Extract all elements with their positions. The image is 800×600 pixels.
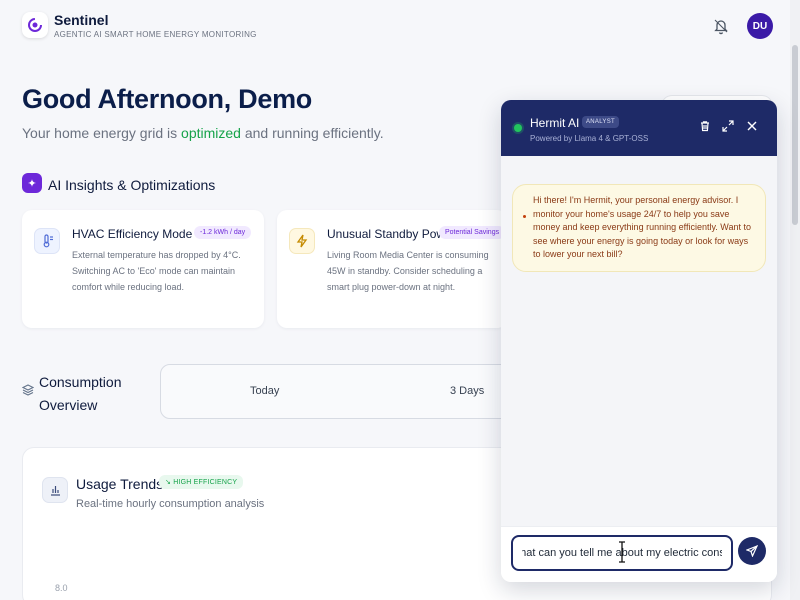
subtitle-pre: Your home energy grid is — [22, 125, 182, 141]
brand-subtitle: AGENTIC AI SMART HOME ENERGY MONITORING — [54, 30, 257, 39]
page-title: Good Afternoon, Demo — [22, 84, 312, 114]
assistant-message: Hi there! I'm Hermit, your personal ener… — [512, 184, 766, 272]
consumption-title-line1: Consumption — [39, 374, 122, 390]
insight-card-badge: Potential Savings — [439, 226, 506, 239]
send-icon — [746, 545, 758, 557]
chat-messages[interactable]: Hi there! I'm Hermit, your personal ener… — [501, 156, 777, 526]
insight-card-hvac[interactable]: HVAC Efficiency Mode -1.2 kWh / day Exte… — [22, 210, 264, 328]
insight-card-badge: -1.2 kWh / day — [194, 226, 252, 239]
chat-powered-by: Powered by Llama 4 & GPT-OSS — [530, 134, 649, 143]
chat-assistant-name: Hermit AI — [530, 116, 580, 130]
chat-panel: Hermit AI ANALYST Powered by Llama 4 & G… — [501, 100, 777, 582]
online-status-dot — [514, 124, 522, 132]
range-today[interactable]: Today — [250, 385, 279, 397]
chat-composer — [501, 526, 777, 582]
consumption-title: Consumption Overview — [39, 371, 122, 417]
usage-trends-subtitle: Real-time hourly consumption analysis — [76, 498, 265, 510]
scrollbar-thumb[interactable] — [792, 45, 798, 225]
insight-card-text: Living Room Media Center is consuming 45… — [327, 250, 489, 292]
insight-card-title: HVAC Efficiency Mode — [72, 227, 193, 241]
sparkles-icon: ✦ — [22, 173, 42, 193]
efficiency-badge: ↘ HIGH EFFICIENCY — [159, 475, 244, 489]
avatar[interactable]: DU — [747, 13, 773, 39]
insight-card-standby[interactable]: Unusual Standby Power Potential Savings … — [277, 210, 507, 328]
close-icon[interactable] — [745, 120, 759, 134]
subtitle-post: and running efficiently. — [240, 125, 384, 141]
trash-icon[interactable] — [698, 120, 712, 134]
page-subtitle: Your home energy grid is optimized and r… — [22, 125, 384, 141]
consumption-title-line2: Overview — [39, 397, 98, 413]
usage-trends-title: Usage Trends — [76, 476, 164, 492]
sentinel-logo-icon[interactable] — [22, 12, 48, 38]
trend-down-icon: ↘ — [165, 479, 174, 486]
text-cursor-icon — [618, 541, 626, 563]
message-dot — [523, 215, 526, 218]
send-button[interactable] — [738, 537, 766, 565]
status-optimized: optimized — [181, 125, 241, 141]
range-3-days[interactable]: 3 Days — [450, 385, 484, 397]
app-header: Sentinel AGENTIC AI SMART HOME ENERGY MO… — [0, 0, 800, 52]
assistant-message-text: Hi there! I'm Hermit, your personal ener… — [533, 195, 751, 259]
chart-y-tick: 8.0 — [55, 583, 68, 593]
insight-card-title: Unusual Standby Power — [327, 227, 456, 241]
insight-card-text: External temperature has dropped by 4°C.… — [72, 250, 241, 292]
chat-role-badge: ANALYST — [582, 116, 619, 128]
chat-header: Hermit AI ANALYST Powered by Llama 4 & G… — [501, 100, 777, 156]
bar-chart-icon — [42, 477, 68, 503]
page-scrollbar[interactable] — [790, 0, 800, 600]
efficiency-badge-label: HIGH EFFICIENCY — [173, 479, 238, 486]
layers-icon — [21, 384, 35, 399]
thermometer-snow-icon — [34, 228, 60, 254]
bell-icon[interactable] — [712, 17, 730, 35]
lightning-icon — [289, 228, 315, 254]
expand-icon[interactable] — [721, 120, 735, 134]
insights-section-title: AI Insights & Optimizations — [48, 177, 216, 193]
brand-name: Sentinel — [54, 12, 109, 28]
